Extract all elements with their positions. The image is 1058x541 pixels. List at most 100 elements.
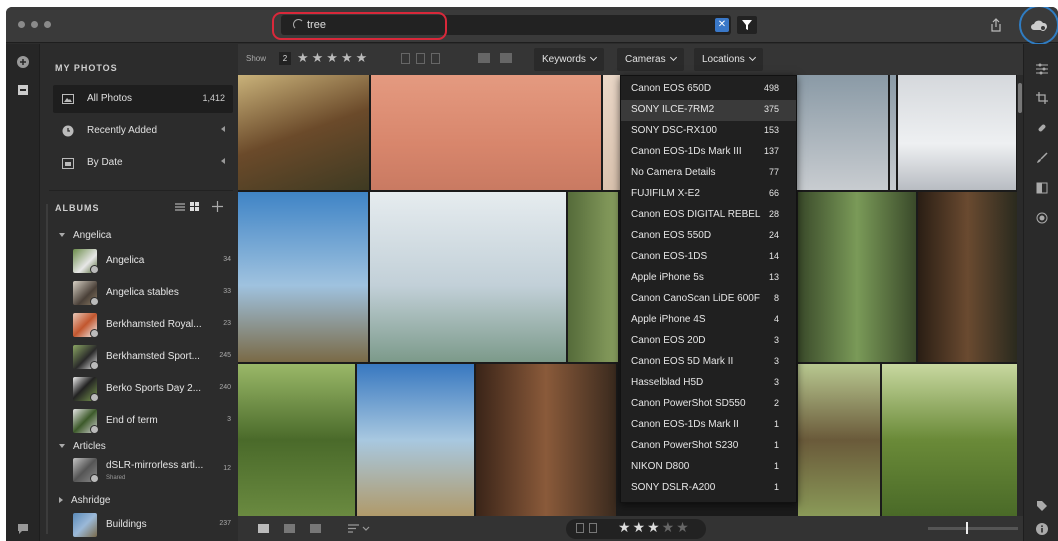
library-icon[interactable]	[17, 84, 29, 96]
camera-option[interactable]: Apple iPhone 5s 13	[621, 268, 796, 289]
slider-handle[interactable]	[966, 522, 968, 534]
sidebar-item-all-photos[interactable]: All Photos 1,412	[53, 85, 233, 113]
keywords-dropdown[interactable]: Keywords	[534, 48, 604, 71]
camera-option[interactable]: Canon EOS-1DS 14	[621, 247, 796, 268]
album-thumbnail	[73, 513, 97, 537]
camera-option[interactable]: Canon EOS 5D Mark II 3	[621, 352, 796, 373]
album-item[interactable]: End of term 3	[73, 407, 233, 435]
flag-unflagged-icon[interactable]	[416, 53, 425, 64]
video-filter-icon[interactable]	[500, 53, 512, 63]
photo-grid-view-icon[interactable]	[284, 524, 295, 533]
album-item[interactable]: Buildings 237	[73, 511, 233, 539]
photo-thumbnail[interactable]	[238, 364, 355, 516]
scroll-thumb[interactable]	[1018, 83, 1022, 113]
camera-option[interactable]: Canon CanoScan LiDE 600F 8	[621, 289, 796, 310]
cameras-dropdown[interactable]: Cameras	[617, 48, 684, 71]
camera-option[interactable]: Canon EOS 20D 3	[621, 331, 796, 352]
sidebar-scrollbar[interactable]	[46, 204, 48, 534]
album-item[interactable]: Berkhamsted Royal... 23	[73, 311, 233, 339]
chevron-down-icon	[748, 53, 756, 62]
camera-option[interactable]: SONY DSLR-A200 1	[621, 478, 796, 499]
radial-icon[interactable]	[1036, 212, 1048, 224]
album-item[interactable]: Angelica stables 33	[73, 279, 233, 307]
album-item[interactable]: dSLR-mirrorless arti... Shared 12	[73, 456, 233, 484]
info-icon[interactable]	[1036, 523, 1048, 535]
media-filters	[478, 53, 512, 63]
camera-option[interactable]: Canon EOS 650D 498	[621, 79, 796, 100]
flag-picked-icon[interactable]	[401, 53, 410, 64]
photo-thumbnail[interactable]	[790, 75, 896, 190]
cloud-sync-icon[interactable]	[1030, 20, 1048, 31]
albums-title: ALBUMS	[55, 203, 100, 213]
camera-option[interactable]: Canon PowerShot SD550 2	[621, 394, 796, 415]
photo-thumbnail[interactable]	[568, 192, 618, 362]
camera-option[interactable]: Canon PowerShot S230 1	[621, 436, 796, 457]
album-group-angelica[interactable]: Angelica	[59, 230, 111, 241]
zoom-dot-icon[interactable]	[44, 21, 51, 28]
locations-dropdown[interactable]: Locations	[694, 48, 763, 71]
list-view-icon[interactable]	[175, 202, 185, 211]
photo-thumbnail[interactable]	[882, 364, 1017, 516]
minimize-dot-icon[interactable]	[31, 21, 38, 28]
square-grid-view-icon[interactable]	[258, 524, 269, 533]
camera-option[interactable]: Canon EOS 550D 24	[621, 226, 796, 247]
flag-controls	[576, 523, 597, 533]
sidebar-item-by-date[interactable]: By Date	[53, 149, 233, 177]
photo-thumbnail[interactable]	[476, 364, 616, 516]
camera-option[interactable]: SONY DSC-RX100 153	[621, 121, 796, 142]
album-item[interactable]: Berko Sports Day 2... 240	[73, 375, 233, 403]
rating-min-selector[interactable]: 2	[279, 52, 291, 65]
album-group-articles[interactable]: Articles	[59, 441, 106, 452]
filter-button[interactable]	[737, 16, 757, 34]
photo-thumbnail[interactable]	[798, 192, 916, 362]
album-item[interactable]: Berkhamsted Sport... 245	[73, 343, 233, 371]
photo-thumbnail[interactable]	[918, 192, 1017, 362]
gradient-icon[interactable]	[1036, 182, 1048, 194]
photo-filter-icon[interactable]	[478, 53, 490, 63]
camera-option[interactable]: Apple iPhone 4S 4	[621, 310, 796, 331]
sort-icon[interactable]	[348, 524, 370, 533]
clear-icon[interactable]: ✕	[715, 18, 729, 32]
window-controls[interactable]	[18, 21, 51, 28]
thumbnail-size-slider[interactable]	[928, 522, 1018, 534]
tag-icon[interactable]	[1036, 500, 1048, 512]
camera-option-selected[interactable]: SONY ILCE-7RM2 375	[621, 100, 796, 121]
camera-option[interactable]: NIKON D800 1	[621, 457, 796, 478]
photos-icon	[62, 94, 74, 104]
edit-sliders-icon[interactable]	[1036, 63, 1048, 75]
camera-option[interactable]: Canon EOS-1Ds Mark III 137	[621, 142, 796, 163]
photo-thumbnail[interactable]	[370, 192, 566, 362]
camera-option[interactable]: No Camera Details 77	[621, 163, 796, 184]
brush-icon[interactable]	[1036, 152, 1048, 164]
add-icon[interactable]	[17, 56, 29, 68]
star-filter[interactable]: ★★★★★	[297, 50, 370, 66]
camera-option[interactable]: Canon EOS-1Ds Mark II 1	[621, 415, 796, 436]
share-icon[interactable]	[990, 18, 1002, 32]
photo-thumbnail[interactable]	[238, 192, 368, 362]
add-album-icon[interactable]	[212, 201, 223, 212]
camera-option[interactable]: FUJIFILM X-E2 66	[621, 184, 796, 205]
photo-thumbnail[interactable]	[357, 364, 474, 516]
album-count: 33	[223, 288, 231, 295]
healing-icon[interactable]	[1036, 122, 1048, 134]
camera-option[interactable]: Hasselblad H5D 3	[621, 373, 796, 394]
flag-rejected-icon[interactable]	[431, 53, 440, 64]
crop-icon[interactable]	[1036, 92, 1048, 104]
photo-thumbnail[interactable]	[898, 75, 1016, 190]
comment-icon[interactable]	[17, 523, 29, 535]
show-label: Show	[246, 54, 267, 63]
rating-bar[interactable]: ★★★★★	[566, 519, 706, 539]
close-dot-icon[interactable]	[18, 21, 25, 28]
photo-thumbnail[interactable]	[238, 75, 369, 190]
grid-view-icon[interactable]	[190, 202, 199, 211]
flag-reject-icon[interactable]	[589, 523, 597, 533]
sidebar-item-recently-added[interactable]: Recently Added	[53, 117, 233, 145]
star-rating[interactable]: ★★★★★	[618, 519, 691, 536]
album-item[interactable]: Angelica 34	[73, 247, 233, 275]
photo-thumbnail[interactable]	[371, 75, 601, 190]
camera-option[interactable]: Canon EOS DIGITAL REBEL 28	[621, 205, 796, 226]
album-group-ashridge[interactable]: Ashridge	[59, 495, 110, 506]
flag-pick-icon[interactable]	[576, 523, 584, 533]
photo-thumbnail[interactable]	[798, 364, 880, 516]
detail-view-icon[interactable]	[310, 524, 321, 533]
